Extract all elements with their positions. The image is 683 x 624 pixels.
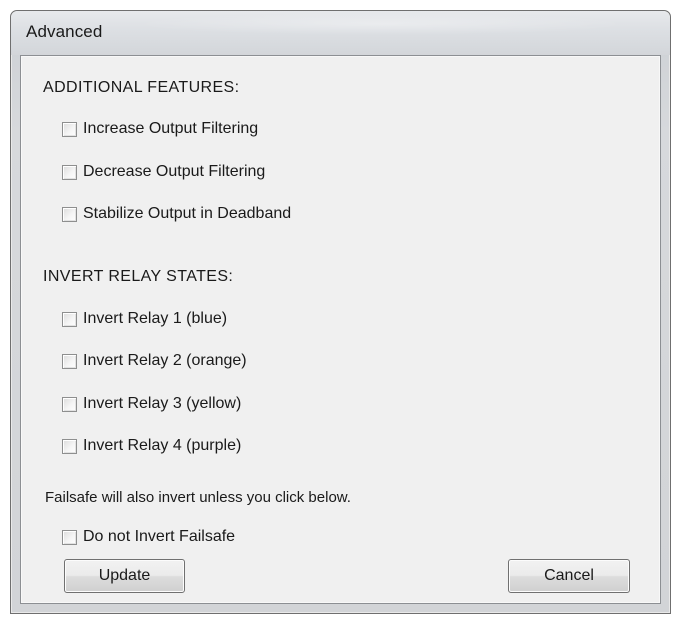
- checkbox-box[interactable]: [62, 121, 77, 137]
- checkbox-box[interactable]: [62, 206, 77, 222]
- checkbox-invert-relay-3[interactable]: Invert Relay 3 (yellow): [62, 393, 241, 415]
- cancel-button[interactable]: Cancel: [508, 559, 630, 593]
- checkbox-box[interactable]: [62, 396, 77, 412]
- dialog-client-area: ADDITIONAL FEATURES: Increase Output Fil…: [20, 55, 661, 604]
- checkbox-label[interactable]: Stabilize Output in Deadband: [83, 205, 291, 223]
- update-button[interactable]: Update: [64, 559, 185, 593]
- checkbox-box[interactable]: [62, 353, 77, 369]
- checkbox-box[interactable]: [62, 311, 77, 327]
- checkbox-do-not-invert-failsafe[interactable]: Do not Invert Failsafe: [62, 526, 235, 548]
- checkbox-increase-output-filtering[interactable]: Increase Output Filtering: [62, 118, 258, 140]
- checkbox-invert-relay-4[interactable]: Invert Relay 4 (purple): [62, 435, 241, 457]
- additional-features-header: ADDITIONAL FEATURES:: [43, 79, 240, 96]
- checkbox-box[interactable]: [62, 438, 77, 454]
- window-title: Advanced: [26, 22, 103, 41]
- checkbox-invert-relay-1[interactable]: Invert Relay 1 (blue): [62, 308, 227, 330]
- advanced-dialog: Advanced ADDITIONAL FEATURES: Increase O…: [10, 10, 671, 614]
- checkbox-label[interactable]: Decrease Output Filtering: [83, 163, 265, 181]
- checkbox-label[interactable]: Increase Output Filtering: [83, 120, 258, 138]
- invert-relay-states-header: INVERT RELAY STATES:: [43, 268, 234, 285]
- checkbox-decrease-output-filtering[interactable]: Decrease Output Filtering: [62, 161, 265, 183]
- checkbox-label[interactable]: Do not Invert Failsafe: [83, 528, 235, 546]
- checkbox-label[interactable]: Invert Relay 2 (orange): [83, 352, 247, 370]
- checkbox-label[interactable]: Invert Relay 1 (blue): [83, 310, 227, 328]
- title-bar[interactable]: Advanced: [11, 11, 670, 55]
- checkbox-label[interactable]: Invert Relay 4 (purple): [83, 437, 241, 455]
- checkbox-invert-relay-2[interactable]: Invert Relay 2 (orange): [62, 350, 247, 372]
- failsafe-note: Failsafe will also invert unless you cli…: [45, 489, 351, 506]
- checkbox-box[interactable]: [62, 164, 77, 180]
- checkbox-box[interactable]: [62, 529, 77, 545]
- checkbox-stabilize-output-in-deadband[interactable]: Stabilize Output in Deadband: [62, 203, 291, 225]
- checkbox-label[interactable]: Invert Relay 3 (yellow): [83, 395, 241, 413]
